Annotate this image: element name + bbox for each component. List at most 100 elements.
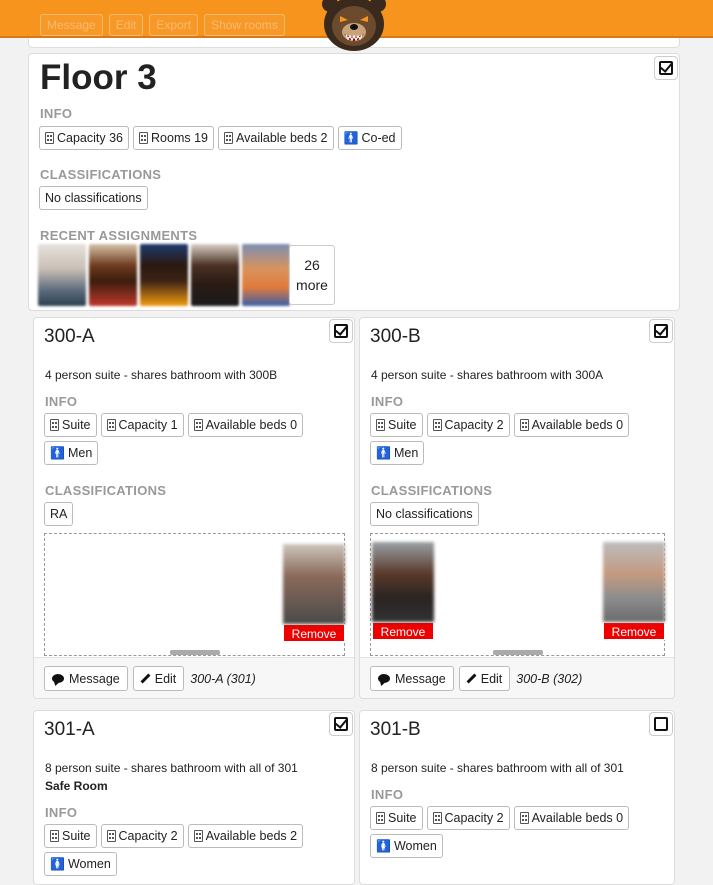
room-title: 301-A (44, 719, 95, 740)
suite-tag: Suite (44, 413, 97, 437)
room-select-checkbox[interactable] (649, 319, 673, 343)
topbar-message-button[interactable]: Message (40, 14, 103, 36)
room-code: 300-A (301) (190, 671, 256, 686)
person-icon: 🚺 (50, 857, 65, 871)
floor-capacity-tag: Capacity 36 (39, 126, 130, 150)
room-select-checkbox[interactable] (649, 712, 673, 736)
building-icon (432, 419, 442, 431)
classification-tag: No classifications (39, 186, 148, 210)
room-card-footer: Message Edit 300-B (302) (360, 657, 674, 698)
person-icon: 🚹 (343, 131, 359, 145)
available-beds-tag: Available beds 2 (187, 824, 304, 848)
checkbox-checked-icon (334, 324, 348, 338)
building-icon (50, 419, 59, 431)
classification-tag: No classifications (370, 502, 479, 526)
building-icon (224, 132, 233, 144)
occupant-dropzone[interactable]: Remove Remove (370, 533, 665, 656)
floor-classifications-label: CLASSIFICATIONS (40, 167, 162, 182)
recent-assignments-avatars (38, 244, 290, 306)
person-icon: 🚹 (376, 446, 391, 460)
bear-mascot-logo (322, 0, 386, 51)
room-classifications: No classifications (370, 502, 479, 526)
topbar-actions: Message Edit Export Show rooms (40, 14, 285, 36)
room-classifications-label: CLASSIFICATIONS (371, 483, 493, 498)
room-info-label: INFO (45, 805, 78, 820)
gender-tag: 🚺 Women (44, 852, 117, 876)
avatar[interactable] (140, 244, 188, 306)
room-code: 300-B (302) (516, 671, 583, 686)
room-note: Safe Room (45, 779, 108, 793)
room-description: 8 person suite - shares bathroom with al… (45, 761, 298, 775)
room-info-label: INFO (371, 787, 404, 802)
more-assignments-button[interactable]: 26 more (289, 245, 335, 305)
room-classifications-label: CLASSIFICATIONS (45, 483, 167, 498)
room-select-checkbox[interactable] (329, 712, 353, 736)
message-button[interactable]: Message (44, 666, 128, 691)
room-gender-row: 🚹 Men (370, 441, 425, 465)
topbar-show-rooms-button[interactable]: Show rooms (204, 14, 285, 36)
room-title: 300-A (44, 326, 95, 347)
room-card-301-a: 301-A 8 person suite - shares bathroom w… (33, 710, 355, 885)
suite-tag: Suite (44, 824, 97, 848)
gender-tag: 🚺 Women (370, 834, 443, 858)
remove-occupant-button[interactable]: Remove (283, 624, 345, 642)
occupant: Remove (283, 544, 345, 642)
room-gender-row: 🚺 Women (370, 834, 443, 858)
available-beds-tag: Available beds 0 (513, 806, 630, 830)
classification-tag: RA (44, 502, 74, 526)
remove-occupant-button[interactable]: Remove (603, 622, 665, 640)
floor-rooms-tag: Rooms 19 (133, 126, 214, 150)
avatar[interactable] (89, 244, 137, 306)
capacity-tag: Capacity 1 (100, 413, 184, 437)
avatar[interactable] (191, 244, 239, 306)
room-description: 4 person suite - shares bathroom with 30… (371, 368, 604, 382)
edit-button[interactable]: Edit (132, 666, 185, 691)
pencil-icon (466, 673, 477, 684)
building-icon (50, 830, 59, 842)
edit-button[interactable]: Edit (458, 666, 511, 691)
room-gender-row: 🚹 Men (44, 441, 99, 465)
occupant-photo (283, 544, 345, 624)
checkbox-unchecked-icon (654, 717, 668, 731)
floor-gender-tag: 🚹 Co-ed (337, 126, 402, 150)
checkbox-checked-icon (334, 717, 348, 731)
room-classifications: RA (44, 502, 74, 526)
floor-available-beds-tag: Available beds 2 (218, 126, 334, 150)
building-icon (139, 132, 149, 144)
remove-occupant-button[interactable]: Remove (372, 622, 434, 640)
occupant-dropzone[interactable]: Remove (44, 533, 345, 656)
suite-tag: Suite (370, 413, 423, 437)
floor-classifications: No classifications (39, 186, 148, 210)
occupant: Remove (603, 542, 665, 640)
occupant: Remove (372, 542, 434, 640)
room-select-checkbox[interactable] (329, 319, 353, 343)
room-info-label: INFO (371, 394, 404, 409)
building-icon (519, 812, 529, 824)
gender-tag: 🚹 Men (44, 441, 99, 465)
topbar-edit-button[interactable]: Edit (108, 14, 144, 36)
chat-icon (378, 674, 390, 683)
gender-tag: 🚹 Men (370, 441, 425, 465)
room-info-tags: Suite Capacity 2 Available beds 2 (44, 824, 304, 848)
pencil-icon (140, 673, 151, 684)
floor-info-label: INFO (40, 106, 73, 121)
recent-assignments-label: RECENT ASSIGNMENTS (40, 228, 198, 243)
building-icon (432, 812, 442, 824)
room-card-300-a: 300-A 4 person suite - shares bathroom w… (33, 317, 355, 699)
avatar[interactable] (242, 244, 290, 306)
avatar[interactable] (38, 244, 86, 306)
room-description: 8 person suite - shares bathroom with al… (371, 761, 624, 775)
horizontal-scrollbar[interactable] (170, 650, 220, 655)
message-button[interactable]: Message (370, 666, 454, 691)
building-icon (376, 419, 385, 431)
floor-info-tags: Capacity 36 Rooms 19 Available beds 2 🚹 C… (39, 126, 402, 150)
room-info-tags: Suite Capacity 2 Available beds 0 (370, 806, 630, 830)
chat-icon (52, 674, 64, 683)
room-info-label: INFO (45, 394, 78, 409)
room-description: 4 person suite - shares bathroom with 30… (45, 368, 278, 382)
topbar-export-button[interactable]: Export (149, 14, 199, 36)
capacity-tag: Capacity 2 (426, 413, 510, 437)
horizontal-scrollbar[interactable] (493, 650, 543, 655)
occupant-photo (603, 542, 665, 622)
floor-select-checkbox[interactable] (654, 56, 678, 80)
